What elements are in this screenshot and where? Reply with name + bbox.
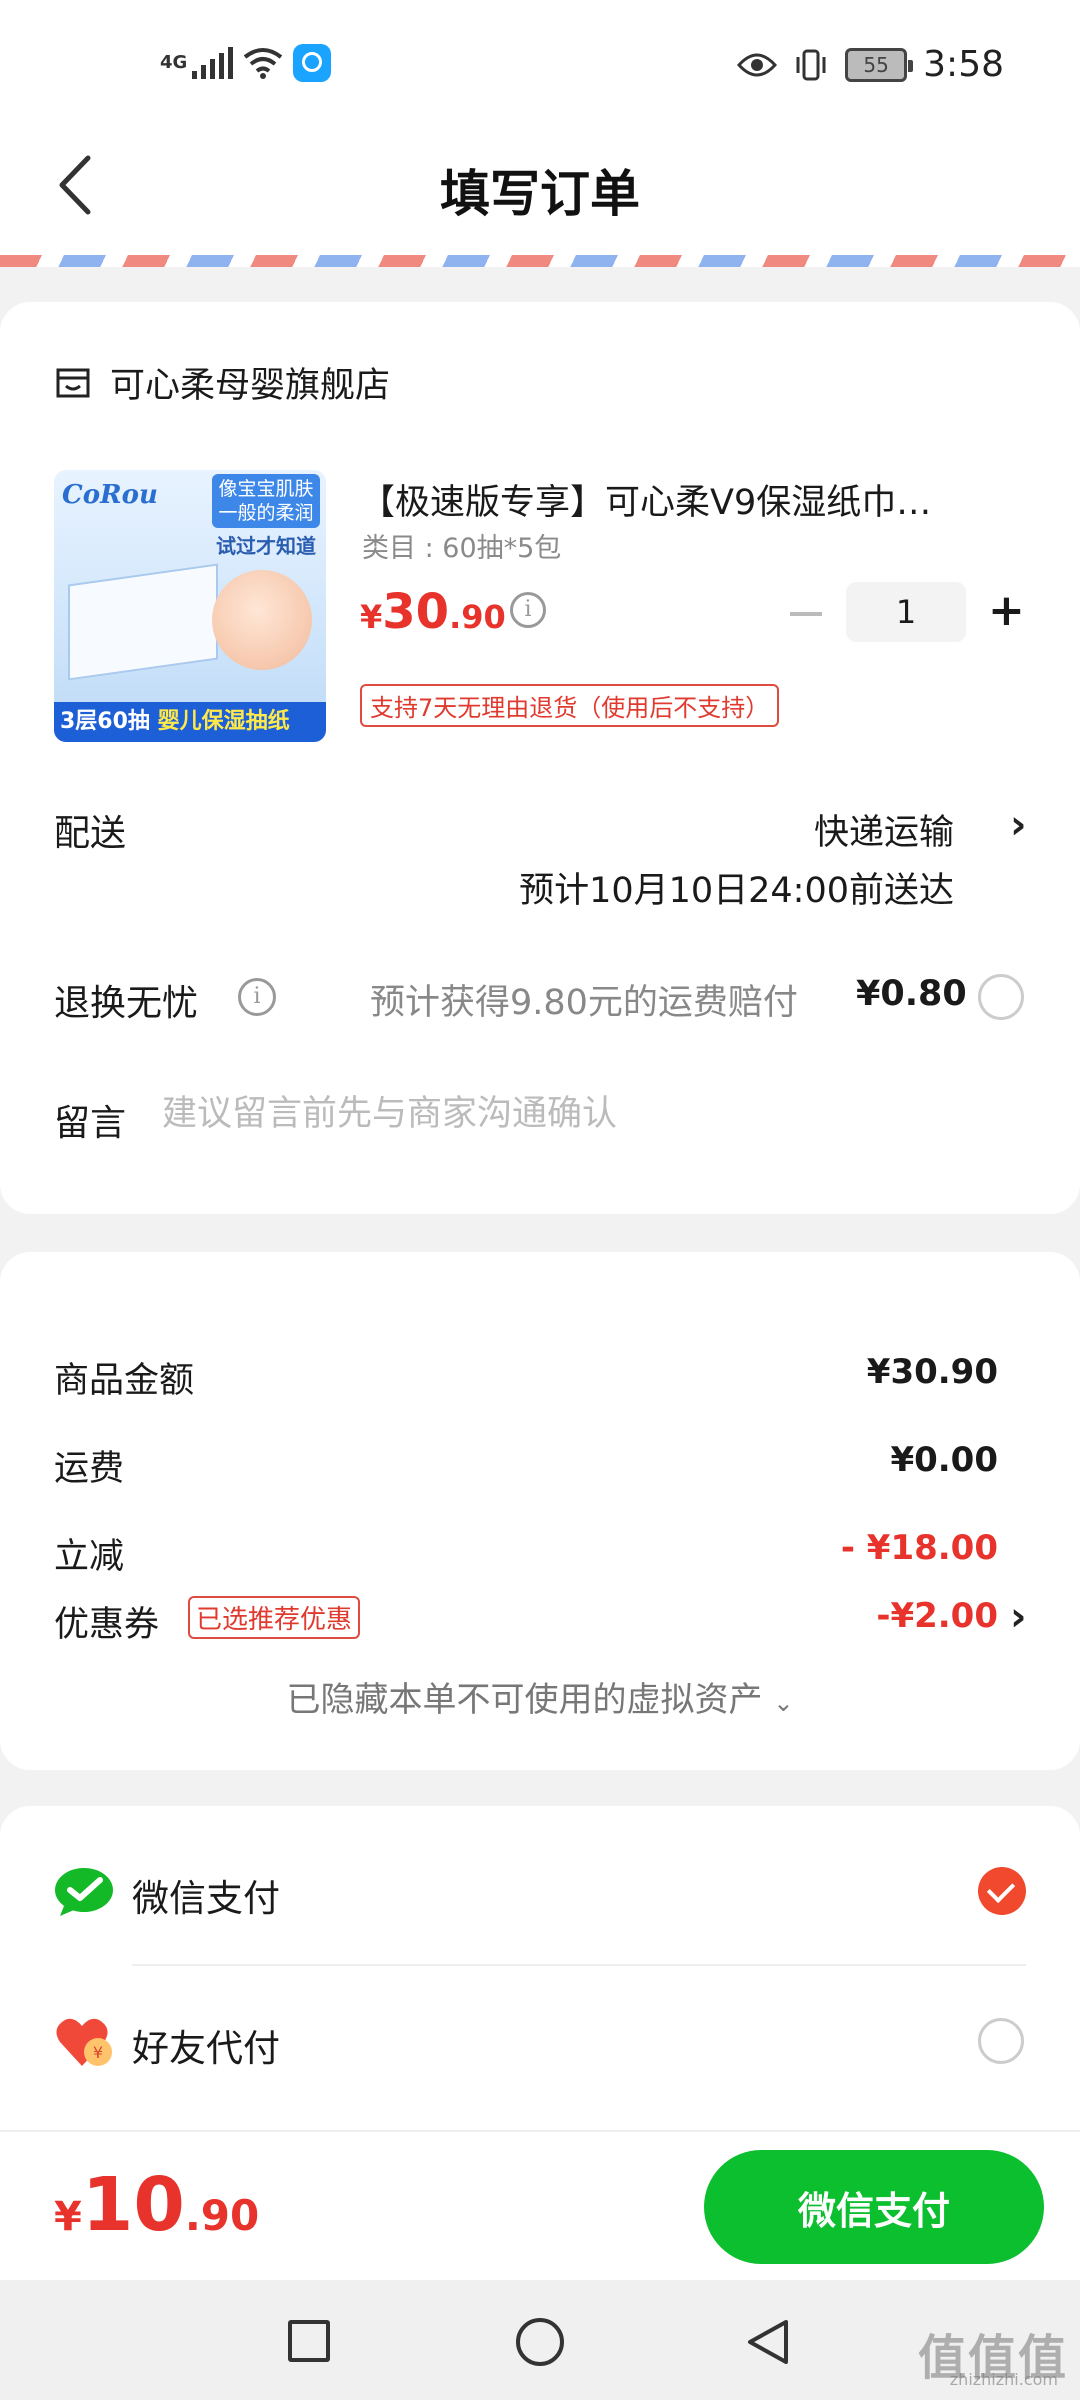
total-price: ¥10.90 bbox=[54, 2162, 259, 2248]
product-image[interactable]: CoRou 像宝宝肌肤一般的柔润 试过才知道 3层60抽 婴儿保湿抽纸 bbox=[54, 470, 326, 742]
product-spec: 类目 : 60抽*5包 bbox=[362, 533, 562, 564]
message-input[interactable] bbox=[162, 1094, 982, 1134]
coupon-chevron-icon[interactable]: › bbox=[1010, 1594, 1026, 1640]
clock: 3:58 bbox=[923, 44, 1004, 85]
price-symbol: ¥ bbox=[360, 598, 383, 636]
price-info-icon[interactable]: i bbox=[510, 592, 546, 628]
shop-name: 可心柔母婴旗舰店 bbox=[110, 366, 391, 406]
vibrate-icon bbox=[796, 49, 826, 80]
coupon-label: 优惠券 bbox=[54, 1605, 160, 1645]
product-image-try: 试过才知道 bbox=[216, 534, 316, 558]
store-icon bbox=[56, 368, 90, 397]
svg-text:¥: ¥ bbox=[93, 2043, 103, 2062]
product-box-shape bbox=[68, 563, 218, 681]
delivery-chevron-icon[interactable]: › bbox=[1010, 802, 1026, 848]
friend-pay-heart-icon: ¥ bbox=[56, 2018, 112, 2066]
page-title: 填写订单 bbox=[440, 165, 640, 223]
product-title[interactable]: 【极速版专享】可心柔V9保湿纸巾… bbox=[360, 474, 1000, 525]
delivery-method[interactable]: 快递运输 bbox=[814, 804, 954, 855]
total-symbol: ¥ bbox=[54, 2194, 82, 2240]
recent-apps-button[interactable] bbox=[288, 2320, 330, 2362]
product-price: ¥30.90 bbox=[360, 584, 506, 640]
wifi-icon bbox=[243, 48, 283, 79]
status-left: 4G bbox=[160, 44, 331, 82]
payment-divider bbox=[132, 1964, 1026, 1966]
coupon-recommended-tag: 已选推荐优惠 bbox=[188, 1596, 361, 1639]
status-right: 55 3:58 bbox=[737, 44, 1004, 85]
product-image-banner: 3层60抽 婴儿保湿抽纸 bbox=[54, 702, 326, 742]
order-card: 可心柔母婴旗舰店 CoRou 像宝宝肌肤一般的柔润 试过才知道 3层60抽 婴儿… bbox=[0, 302, 1080, 1214]
airmail-border bbox=[0, 255, 1080, 267]
delivery-label: 配送 bbox=[54, 813, 127, 854]
return-worry-free-label: 退换无忧 bbox=[54, 983, 199, 1024]
delivery-eta: 预计10月10日24:00前送达 bbox=[519, 871, 954, 911]
goods-amount-value: ¥30.90 bbox=[866, 1352, 998, 1392]
return-insurance-radio[interactable] bbox=[978, 974, 1024, 1020]
discount-value: - ¥18.00 bbox=[840, 1528, 998, 1568]
chevron-down-icon: ⌄ bbox=[773, 1689, 794, 1717]
eye-icon bbox=[737, 53, 778, 76]
wechat-pay-button[interactable]: 微信支付 bbox=[704, 2150, 1044, 2264]
shipping-fee-label: 运费 bbox=[54, 1449, 125, 1489]
shipping-fee-value: ¥0.00 bbox=[890, 1440, 998, 1480]
total-integer: 10 bbox=[81, 2162, 185, 2248]
nav-back-icon[interactable] bbox=[742, 2316, 794, 2368]
payment-method-card: 微信支付 ¥ 好友代付 bbox=[0, 1806, 1080, 2146]
coupon-value[interactable]: -¥2.00 bbox=[876, 1596, 998, 1636]
product-brand-logo: CoRou bbox=[62, 480, 158, 510]
baby-face-shape bbox=[212, 570, 312, 670]
product-image-tag: 像宝宝肌肤一般的柔润 bbox=[212, 474, 320, 528]
return-insurance-price: ¥0.80 bbox=[856, 974, 967, 1014]
message-label: 留言 bbox=[54, 1103, 127, 1144]
friend-pay-radio[interactable] bbox=[978, 2018, 1024, 2064]
hidden-assets-toggle[interactable]: 已隐藏本单不可使用的虚拟资产 ⌄ bbox=[0, 1672, 1080, 1721]
shop-header[interactable]: 可心柔母婴旗舰店 bbox=[54, 357, 390, 408]
watermark-url: zhizhizhi.com bbox=[949, 2370, 1058, 2389]
hidden-assets-text: 已隐藏本单不可使用的虚拟资产 bbox=[286, 1680, 763, 1720]
wechat-pay-checked-icon[interactable] bbox=[978, 1867, 1026, 1915]
product-image-layers: 3层60抽 bbox=[60, 709, 150, 734]
price-summary-card: 商品金额 ¥30.90 运费 ¥0.00 立减 - ¥18.00 优惠券 已选推… bbox=[0, 1252, 1080, 1770]
goods-amount-label: 商品金额 bbox=[54, 1361, 195, 1401]
wechat-pay-icon bbox=[55, 1868, 113, 1916]
friend-pay-label[interactable]: 好友代付 bbox=[132, 2018, 280, 2072]
home-button[interactable] bbox=[516, 2318, 564, 2366]
network-type: 4G bbox=[160, 52, 188, 73]
price-decimal: .90 bbox=[449, 598, 506, 636]
product-image-type: 婴儿保湿抽纸 bbox=[157, 709, 290, 734]
return-info-icon[interactable]: i bbox=[238, 978, 276, 1016]
battery-icon: 55 bbox=[845, 47, 914, 82]
app-header: 填写订单 bbox=[0, 120, 1080, 255]
shipping-compensation-text: 预计获得9.80元的运费赔付 bbox=[370, 983, 798, 1023]
price-integer: 30 bbox=[382, 584, 450, 640]
checkout-bar: ¥10.90 微信支付 bbox=[0, 2130, 1080, 2280]
search-app-icon bbox=[293, 44, 331, 82]
discount-label: 立减 bbox=[54, 1537, 125, 1577]
wechat-pay-label[interactable]: 微信支付 bbox=[132, 1868, 280, 1922]
status-bar: 4G 55 3:58 bbox=[0, 0, 1080, 120]
quantity-plus-button[interactable]: + bbox=[988, 582, 1025, 642]
return-policy-badge: 支持7天无理由退货（使用后不支持） bbox=[360, 684, 780, 727]
quantity-value[interactable]: 1 bbox=[846, 582, 966, 642]
total-decimal: .90 bbox=[184, 2191, 260, 2240]
quantity-minus-button[interactable] bbox=[790, 612, 822, 616]
signal-icon bbox=[192, 47, 233, 79]
